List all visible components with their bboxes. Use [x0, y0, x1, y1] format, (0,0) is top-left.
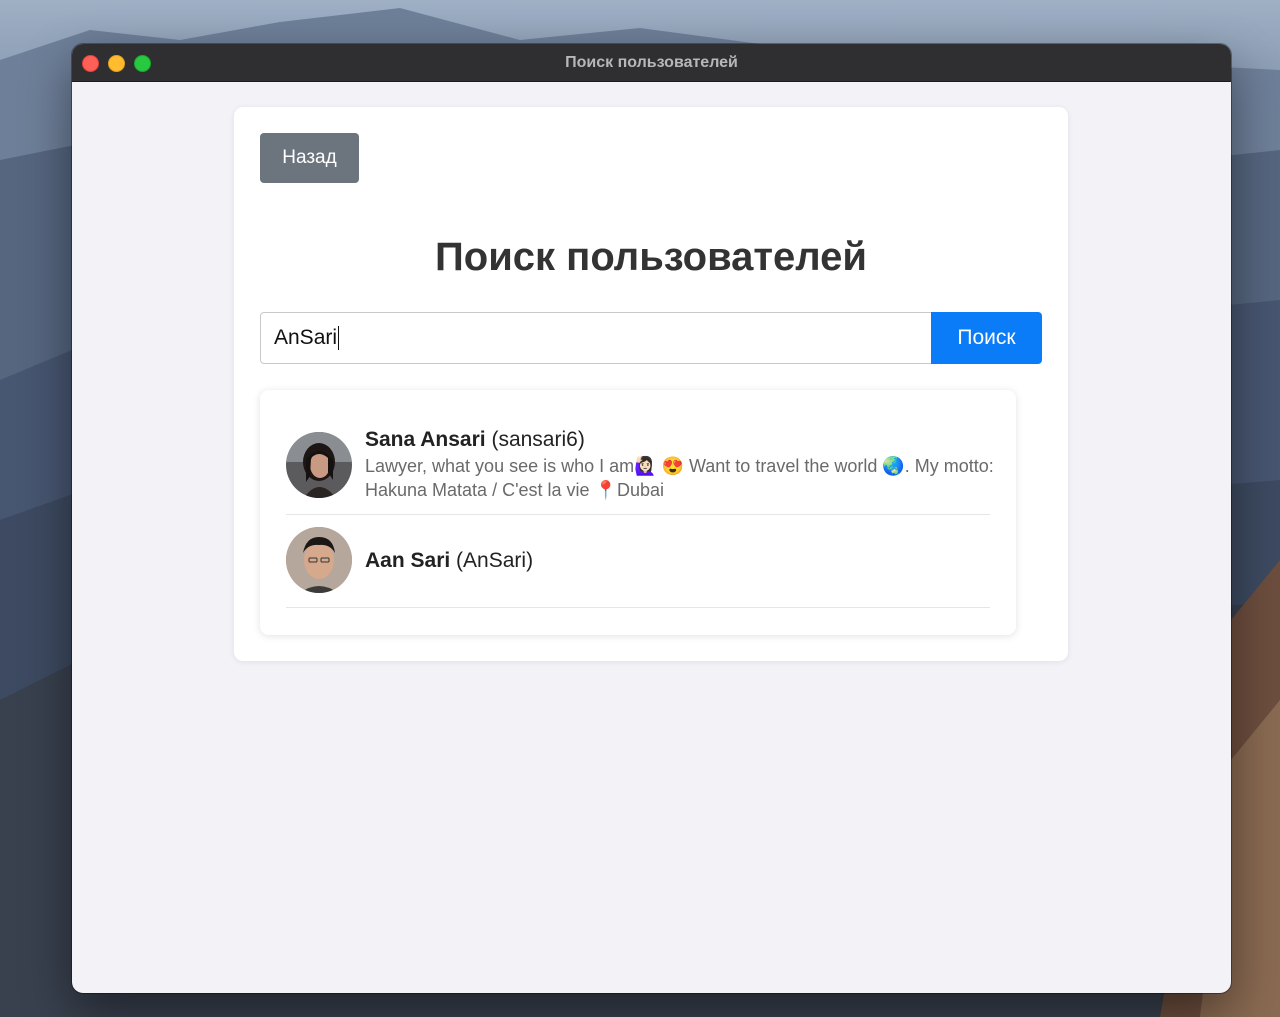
page-title: Поиск пользователей	[435, 235, 867, 279]
window-title: Поиск пользователей	[565, 54, 738, 71]
text-caret	[338, 326, 340, 350]
user-name-line: Aan Sari (AnSari)	[365, 549, 533, 573]
search-button[interactable]: Поиск	[931, 312, 1042, 364]
user-bio: Lawyer, what you see is who I am🙋🏻‍♀️ 😍 …	[365, 456, 994, 500]
search-input-value: AnSari	[274, 326, 338, 349]
search-card: Назад Поиск пользователей AnSari Поиск S…	[234, 107, 1068, 661]
user-handle: (sansari6)	[491, 428, 585, 451]
user-result-item[interactable]: Sana Ansari (sansari6) Lawyer, what you …	[286, 418, 994, 515]
user-full-name: Sana Ansari	[365, 428, 486, 451]
app-window: Поиск пользователей Назад Поиск пользова…	[72, 44, 1231, 993]
user-name-line: Sana Ansari (sansari6)	[365, 428, 585, 452]
search-results-list: Sana Ansari (sansari6) Lawyer, what you …	[260, 390, 1016, 635]
search-input[interactable]: AnSari	[260, 312, 931, 364]
user-full-name: Aan Sari	[365, 549, 451, 572]
user-result-item[interactable]: Aan Sari (AnSari)	[286, 515, 990, 608]
avatar-icon	[286, 527, 352, 593]
search-bar: AnSari Поиск	[260, 312, 1042, 364]
back-button[interactable]: Назад	[260, 133, 359, 183]
user-handle: (AnSari)	[456, 549, 534, 572]
title-bar: Поиск пользователей	[72, 44, 1231, 82]
avatar-icon	[286, 432, 352, 498]
